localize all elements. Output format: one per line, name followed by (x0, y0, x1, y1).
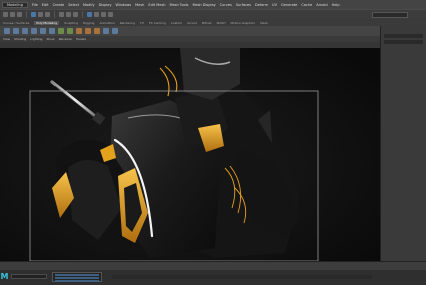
menu-select[interactable]: Select (68, 3, 79, 7)
multi-cut-icon[interactable] (103, 28, 109, 34)
menu-generate[interactable]: Generate (281, 3, 297, 7)
menu-file[interactable]: File (32, 3, 38, 7)
menu-deform[interactable]: Deform (255, 3, 268, 7)
tab-custom[interactable]: Custom (171, 21, 183, 25)
menu-help[interactable]: Help (332, 3, 340, 7)
list-item[interactable] (55, 280, 99, 282)
menu-create[interactable]: Create (53, 3, 65, 7)
hypershade-icon[interactable] (108, 12, 113, 17)
menu-surfaces[interactable]: Surfaces (236, 3, 251, 7)
tab-fx-caching[interactable]: FX Caching (149, 21, 166, 25)
snap-grid-icon[interactable] (59, 12, 64, 17)
poly-plane-icon[interactable] (49, 28, 55, 34)
status-line (0, 9, 426, 19)
viewport-menu-view[interactable]: View (3, 37, 10, 41)
menu-cache[interactable]: Cache (301, 3, 312, 7)
poly-cube-icon[interactable] (13, 28, 19, 34)
panel-title (381, 26, 426, 32)
tab-rigging[interactable]: Rigging (83, 21, 94, 25)
tab-arnold[interactable]: Arnold (187, 21, 197, 25)
menu-modify[interactable]: Modify (83, 3, 95, 7)
viewport-menu-panels[interactable]: Panels (76, 37, 86, 41)
separate-icon[interactable] (67, 28, 73, 34)
menu-curves[interactable]: Curves (220, 3, 232, 7)
menu-edit-mesh[interactable]: Edit Mesh (148, 3, 165, 7)
viewport-menu-lighting[interactable]: Lighting (30, 37, 42, 41)
menu-uv[interactable]: UV (272, 3, 277, 7)
menu-mesh[interactable]: Mesh (135, 3, 144, 7)
menu-mesh-tools[interactable]: Mesh Tools (169, 3, 188, 7)
maya-logo: M (0, 272, 9, 281)
divider (82, 11, 83, 18)
poly-sphere-icon[interactable] (4, 28, 10, 34)
tab-poly-modeling[interactable]: Poly Modeling (34, 20, 60, 25)
menu-mesh-display[interactable]: Mesh Display (192, 3, 215, 7)
viewport-menu-renderer[interactable]: Renderer (59, 37, 73, 41)
list-item[interactable] (55, 277, 99, 279)
viewport-menu-shading[interactable]: Shading (14, 37, 26, 41)
combine-icon[interactable] (58, 28, 64, 34)
bridge-icon[interactable] (94, 28, 100, 34)
tab-animation[interactable]: Animation (99, 21, 114, 25)
snap-curve-icon[interactable] (66, 12, 71, 17)
command-result-field (112, 275, 372, 279)
search-input[interactable] (372, 11, 408, 18)
divider (26, 11, 27, 18)
tab-motion-graphics[interactable]: Motion Graphics (230, 21, 254, 25)
render-settings-icon[interactable] (101, 12, 106, 17)
list-item[interactable] (55, 274, 99, 276)
channel-box-panel (380, 26, 426, 261)
select-hierarchy-icon[interactable] (31, 12, 36, 17)
mel-command-input[interactable] (11, 274, 47, 279)
menu-display[interactable]: Display (99, 3, 112, 7)
extrude-icon[interactable] (76, 28, 82, 34)
new-scene-icon[interactable] (3, 12, 8, 17)
attribute-field[interactable] (384, 40, 423, 44)
shelf-tabs: Curves / Surfaces Poly Modeling Sculptin… (0, 19, 426, 26)
divider (54, 11, 55, 18)
tab-rendering[interactable]: Rendering (120, 21, 135, 25)
command-line: M (0, 270, 426, 285)
select-object-icon[interactable] (38, 12, 43, 17)
shelf-icons (0, 26, 380, 36)
ipr-render-icon[interactable] (94, 12, 99, 17)
render-icon[interactable] (87, 12, 92, 17)
poly-cylinder-icon[interactable] (22, 28, 28, 34)
tab-mash[interactable]: MASH (217, 21, 226, 25)
viewport-panel[interactable]: View Shading Lighting Show Renderer Pane… (0, 36, 380, 261)
select-component-icon[interactable] (45, 12, 50, 17)
tab-fx[interactable]: FX (140, 21, 144, 25)
maya-window: Modeling File Edit Create Select Modify … (0, 0, 426, 285)
script-history-list[interactable] (52, 272, 102, 282)
tab-sculpting[interactable]: Sculpting (64, 21, 78, 25)
attribute-field[interactable] (384, 34, 423, 38)
snap-point-icon[interactable] (73, 12, 78, 17)
viewport-menu-show[interactable]: Show (46, 37, 54, 41)
save-scene-icon[interactable] (17, 12, 22, 17)
bevel-icon[interactable] (85, 28, 91, 34)
tab-xgen[interactable]: XGen (260, 21, 268, 25)
open-scene-icon[interactable] (10, 12, 15, 17)
rendered-robot-scene (0, 48, 380, 261)
edge-loop-icon[interactable] (112, 28, 118, 34)
poly-torus-icon[interactable] (40, 28, 46, 34)
poly-cone-icon[interactable] (31, 28, 37, 34)
main-menubar: Modeling File Edit Create Select Modify … (0, 0, 426, 9)
menu-edit[interactable]: Edit (42, 3, 49, 7)
tab-curves-surfaces[interactable]: Curves / Surfaces (3, 21, 29, 25)
menu-windows[interactable]: Windows (116, 3, 132, 7)
tab-bifrost[interactable]: Bifrost (202, 21, 212, 25)
time-slider[interactable] (0, 261, 426, 270)
menu-set-dropdown[interactable]: Modeling (2, 1, 28, 8)
menu-arnold[interactable]: Arnold (316, 3, 327, 7)
